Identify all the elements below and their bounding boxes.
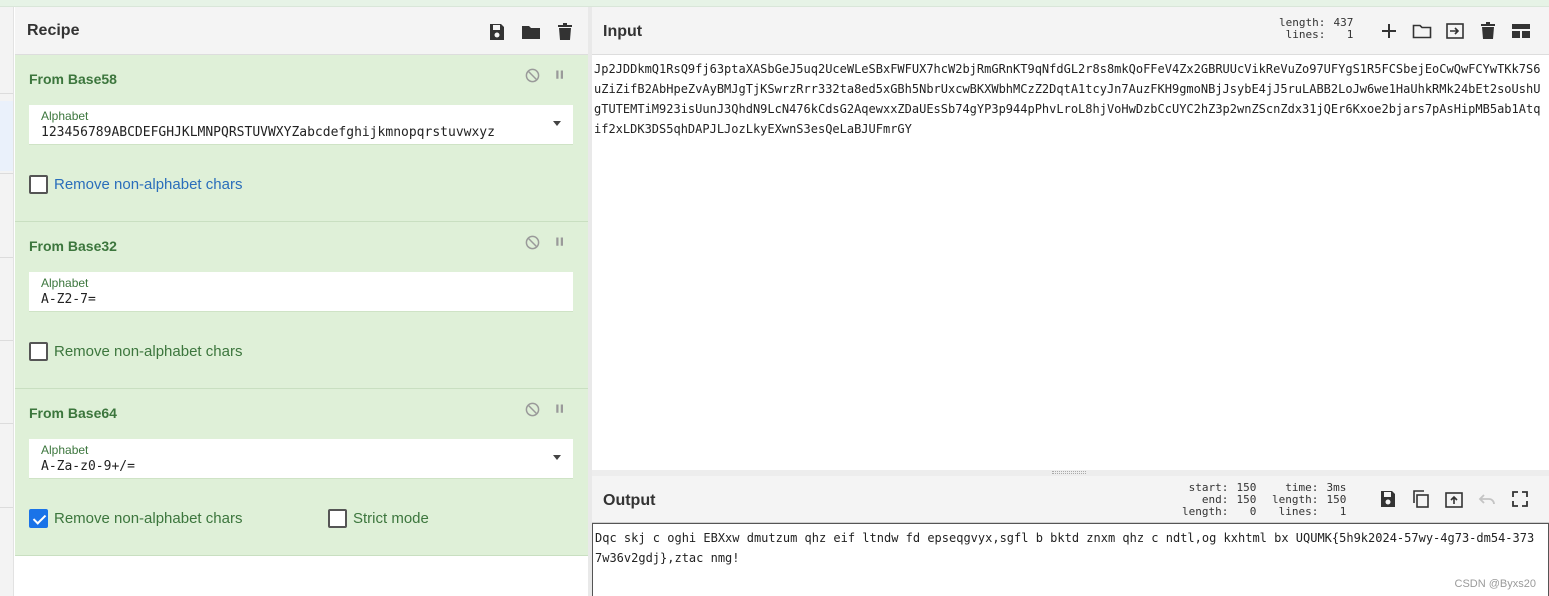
gutter-line — [0, 257, 13, 258]
alphabet-label: Alphabet — [41, 109, 89, 123]
input-panel: Input length: 437 lines: 1 Jp2JDDkmQ1RsQ9f… — [592, 7, 1549, 470]
alphabet-label: Alphabet — [41, 276, 89, 290]
input-header: Input length: 437 lines: 1 — [592, 7, 1549, 55]
operation-from-base58: From Base58 Alphabet 123456789ABCDEFGHJK… — [15, 55, 588, 222]
plus-icon[interactable] — [1378, 20, 1400, 42]
chevron-down-icon[interactable] — [553, 121, 561, 126]
checkbox-box[interactable] — [328, 509, 347, 528]
layout-icon[interactable] — [1510, 20, 1532, 42]
pause-icon[interactable] — [552, 234, 568, 250]
top-strip — [0, 0, 1549, 7]
folder-icon[interactable] — [520, 21, 542, 43]
lines-value: 1 — [1346, 28, 1354, 41]
pause-icon[interactable] — [552, 67, 568, 83]
disable-icon[interactable] — [524, 401, 540, 417]
output-stats: time: 3ms length: 150 lines: 1 — [1272, 482, 1346, 518]
checkbox-label: Remove non-alphabet chars — [54, 343, 243, 360]
fullscreen-icon[interactable] — [1509, 488, 1531, 510]
output-selection-stats: start: 150 end: 150 length: 0 — [1182, 482, 1256, 518]
operation-title: From Base58 — [29, 71, 117, 87]
folder-icon[interactable] — [1411, 20, 1433, 42]
splitter-grip[interactable] — [1052, 471, 1086, 474]
length-label: length: — [1182, 505, 1229, 518]
remove-non-alphabet-checkbox[interactable]: Remove non-alphabet chars — [29, 175, 242, 194]
gutter-line — [0, 93, 13, 94]
gutter-line — [0, 507, 13, 508]
copy-icon[interactable] — [1410, 488, 1432, 510]
remove-non-alphabet-checkbox[interactable]: Remove non-alphabet chars — [29, 509, 242, 528]
output-title: Output — [603, 492, 656, 509]
disable-icon[interactable] — [524, 234, 540, 250]
alphabet-field[interactable]: Alphabet A-Z2-7= — [29, 272, 573, 312]
operation-from-base32: From Base32 Alphabet A-Z2-7= Remove non-… — [15, 222, 588, 389]
input-textarea[interactable]: Jp2JDDkmQ1RsQ9fj63ptaXASbGeJ5uq2UceWLeSB… — [594, 59, 1544, 139]
trash-icon[interactable] — [554, 21, 576, 43]
recipe-header: Recipe — [15, 7, 588, 55]
save-recipe-icon[interactable] — [486, 21, 508, 43]
alphabet-label: Alphabet — [41, 443, 89, 457]
alphabet-value[interactable]: 123456789ABCDEFGHJKLMNPQRSTUVWXYZabcdefg… — [41, 125, 531, 140]
output-text[interactable]: Dqc skj c oghi EBXxw dmutzum qhz eif ltn… — [595, 528, 1540, 568]
gutter-line — [0, 423, 13, 424]
checkbox-box[interactable] — [29, 342, 48, 361]
checkbox-box[interactable] — [29, 175, 48, 194]
pause-icon[interactable] — [552, 401, 568, 417]
length-value: 0 — [1249, 505, 1257, 518]
gutter-line — [0, 173, 13, 174]
gutter-highlight — [0, 101, 13, 171]
lines-value: 1 — [1339, 505, 1347, 518]
operation-title: From Base64 — [29, 405, 117, 421]
recipe-panel: Recipe From Base58 Alphabet 123456789ABC… — [15, 7, 588, 596]
strict-mode-checkbox[interactable]: Strict mode — [328, 509, 429, 528]
gutter-line — [0, 340, 13, 341]
recipe-title: Recipe — [27, 21, 80, 39]
checkbox-label: Strict mode — [353, 510, 429, 527]
alphabet-field[interactable]: Alphabet 123456789ABCDEFGHJKLMNPQRSTUVWX… — [29, 105, 573, 145]
lines-label: lines: — [1278, 505, 1319, 518]
checkbox-label: Remove non-alphabet chars — [54, 176, 243, 193]
import-icon[interactable] — [1444, 20, 1466, 42]
alphabet-value[interactable]: A-Z2-7= — [41, 292, 531, 307]
output-panel: Output start: 150 end: 150 length: 0 time: 3… — [592, 476, 1549, 596]
alphabet-field[interactable]: Alphabet A-Za-z0-9+/= — [29, 439, 573, 479]
operation-title: From Base32 — [29, 238, 117, 254]
trash-icon[interactable] — [1477, 20, 1499, 42]
left-gutter — [0, 7, 14, 596]
checkbox-box-checked[interactable] — [29, 509, 48, 528]
chevron-down-icon[interactable] — [553, 455, 561, 460]
output-header: Output start: 150 end: 150 length: 0 time: 3… — [592, 476, 1549, 523]
input-stats: length: 437 lines: 1 — [1279, 17, 1353, 41]
lines-label: lines: — [1285, 28, 1326, 41]
watermark: CSDN @Byxs20 — [1454, 578, 1536, 590]
replace-input-icon[interactable] — [1443, 488, 1465, 510]
operation-from-base64: From Base64 Alphabet A-Za-z0-9+/= Remove… — [15, 389, 588, 556]
alphabet-value[interactable]: A-Za-z0-9+/= — [41, 459, 531, 474]
input-title: Input — [603, 23, 643, 40]
output-area[interactable]: Dqc skj c oghi EBXxw dmutzum qhz eif ltn… — [592, 523, 1549, 596]
undo-icon[interactable] — [1476, 488, 1498, 510]
checkbox-label: Remove non-alphabet chars — [54, 510, 243, 527]
remove-non-alphabet-checkbox[interactable]: Remove non-alphabet chars — [29, 342, 242, 361]
disable-icon[interactable] — [524, 67, 540, 83]
save-icon[interactable] — [1377, 488, 1399, 510]
